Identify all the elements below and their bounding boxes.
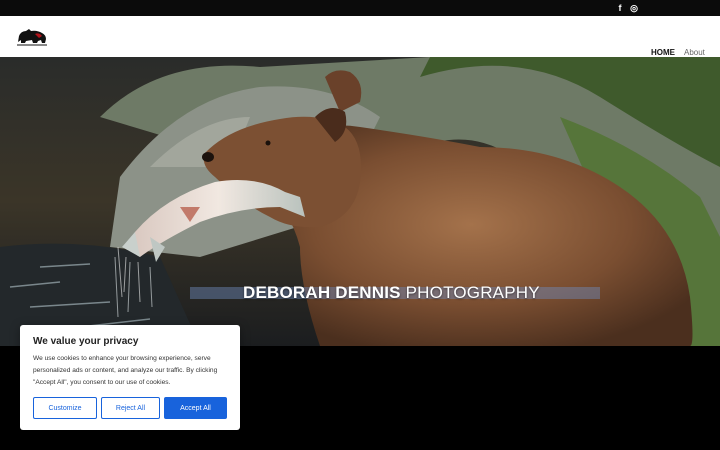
top-bar: f ◎ [0, 0, 720, 16]
instagram-icon[interactable]: ◎ [628, 2, 640, 14]
cookie-consent-banner: We value your privacy We use cookies to … [20, 325, 240, 430]
hero-title: DEBORAH DENNIS PHOTOGRAPHY [243, 283, 540, 303]
hero-title-suffix: PHOTOGRAPHY [405, 283, 540, 302]
hero-title-name: DEBORAH DENNIS [243, 283, 401, 302]
nav-home-link[interactable]: HOME [651, 48, 675, 57]
site-header: HOME About [0, 16, 720, 57]
hero-image: DEBORAH DENNIS PHOTOGRAPHY [0, 57, 720, 346]
nav-about-link[interactable]: About [684, 48, 705, 57]
cookie-title: We value your privacy [33, 336, 139, 347]
accept-all-button[interactable]: Accept All [164, 397, 227, 419]
cookie-description: We use cookies to enhance your browsing … [33, 355, 218, 386]
facebook-icon[interactable]: f [614, 2, 626, 14]
bear-logo-icon[interactable] [15, 26, 49, 48]
customize-button[interactable]: Customize [33, 397, 97, 419]
reject-all-button[interactable]: Reject All [101, 397, 160, 419]
